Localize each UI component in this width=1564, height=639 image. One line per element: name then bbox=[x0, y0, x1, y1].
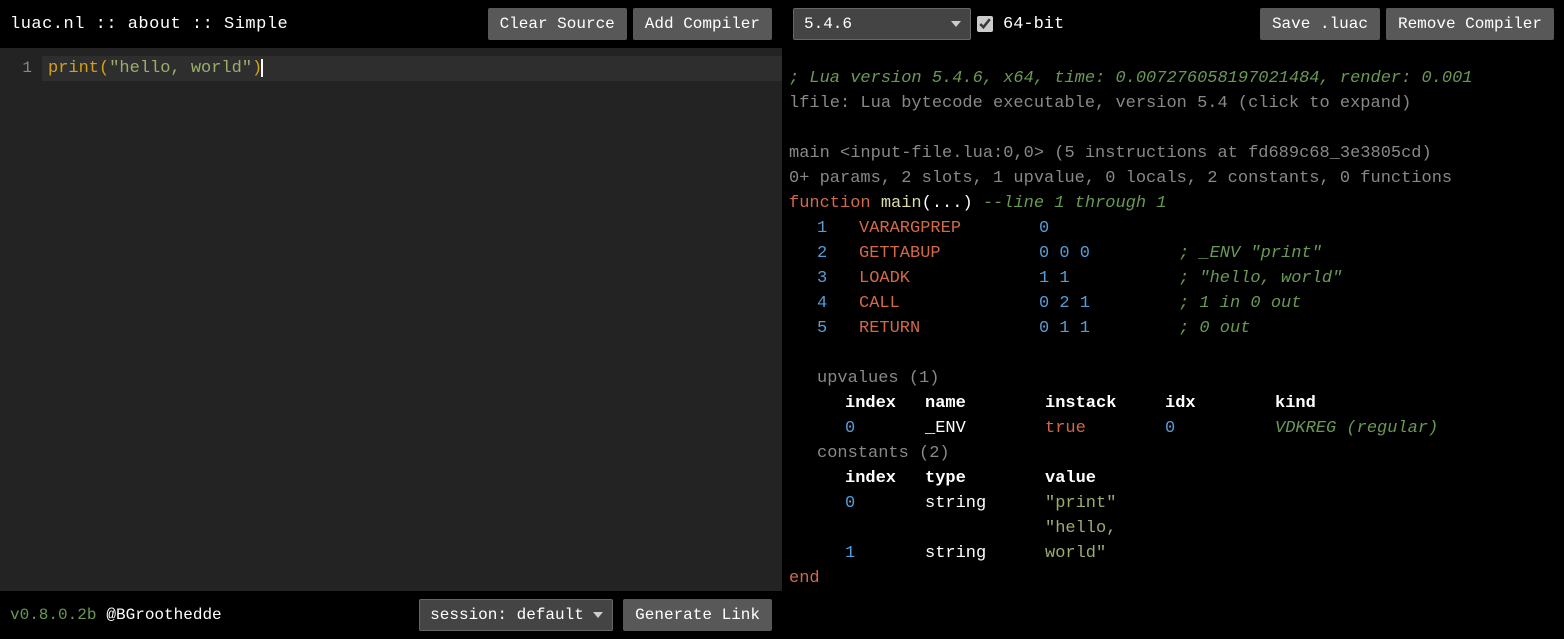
save-luac-button[interactable]: Save .luac bbox=[1260, 8, 1380, 40]
instruction-row: 1VARARGPREP0 bbox=[789, 216, 1554, 241]
instr-comment: ; _ENV "print" bbox=[1179, 244, 1322, 263]
col-idx: idx bbox=[1165, 391, 1275, 416]
cell-value: "hello, world" bbox=[1045, 516, 1165, 566]
instr-lineno: 4 bbox=[789, 291, 859, 316]
main-header: main <input-file.lua:0,0> (5 instruction… bbox=[789, 141, 1554, 166]
cell-kind: VDKREG (regular) bbox=[1275, 416, 1475, 441]
64bit-checkbox[interactable] bbox=[977, 16, 993, 32]
instr-args: 0 bbox=[1039, 216, 1179, 241]
remove-compiler-button[interactable]: Remove Compiler bbox=[1386, 8, 1554, 40]
instr-args: 0 1 1 bbox=[1039, 316, 1179, 341]
function-signature: function main(...) --line 1 through 1 bbox=[789, 191, 1554, 216]
bytecode-output[interactable]: ; Lua version 5.4.6, x64, time: 0.007276… bbox=[783, 48, 1564, 639]
cell-type: string bbox=[925, 541, 1045, 566]
code-area[interactable]: print("hello, world") bbox=[42, 48, 782, 591]
cell-index: 1 bbox=[845, 541, 925, 566]
instr-comment: ; 0 out bbox=[1179, 319, 1250, 338]
token-paren: ( bbox=[99, 59, 109, 78]
compiler-pane: 5.4.6 64-bit Save .luac Remove Compiler … bbox=[783, 0, 1564, 639]
author-handle[interactable]: @BGroothedde bbox=[106, 606, 221, 624]
left-bottombar: v0.8.0.2b @BGroothedde session: default … bbox=[0, 591, 782, 639]
function-name: main bbox=[881, 194, 922, 213]
cell-index: 0 bbox=[845, 416, 925, 441]
info-comment: ; Lua version 5.4.6, x64, time: 0.007276… bbox=[789, 66, 1554, 91]
col-index: index bbox=[845, 391, 925, 416]
params-line: 0+ params, 2 slots, 1 upvalue, 0 locals,… bbox=[789, 166, 1554, 191]
table-row: 0_ENVtrue0VDKREG (regular) bbox=[845, 416, 1554, 441]
keyword-function: function bbox=[789, 194, 871, 213]
col-value: value bbox=[1045, 466, 1165, 491]
instruction-row: 5RETURN0 1 1; 0 out bbox=[789, 316, 1554, 341]
constants-header: constants (2) bbox=[789, 441, 1554, 466]
instruction-list: 1VARARGPREP02GETTABUP0 0 0; _ENV "print"… bbox=[789, 216, 1554, 341]
cell-idx: 0 bbox=[1165, 416, 1275, 441]
instruction-row: 4CALL0 2 1; 1 in 0 out bbox=[789, 291, 1554, 316]
lua-version-select[interactable]: 5.4.6 bbox=[793, 8, 971, 40]
instr-lineno: 1 bbox=[789, 216, 859, 241]
upvalues-header: upvalues (1) bbox=[789, 366, 1554, 391]
constants-table: indextypevalue 0string"print"1string"hel… bbox=[789, 466, 1554, 566]
col-type: type bbox=[925, 466, 1045, 491]
instr-opcode: CALL bbox=[859, 291, 1039, 316]
clear-source-button[interactable]: Clear Source bbox=[488, 8, 627, 40]
line-number: 1 bbox=[0, 56, 32, 81]
instr-opcode: VARARGPREP bbox=[859, 216, 1039, 241]
text-cursor bbox=[261, 59, 263, 77]
lfile-line[interactable]: lfile: Lua bytecode executable, version … bbox=[789, 91, 1554, 116]
add-compiler-button[interactable]: Add Compiler bbox=[633, 8, 772, 40]
cell-instack: true bbox=[1045, 416, 1165, 441]
table-row: 0string"print" bbox=[845, 491, 1554, 516]
cell-type: string bbox=[925, 491, 1045, 516]
table-row: 1string"hello, world" bbox=[845, 516, 1554, 566]
source-pane: luac.nl :: about :: Simple Clear Source … bbox=[0, 0, 783, 639]
session-select[interactable]: session: default bbox=[419, 599, 613, 631]
col-kind: kind bbox=[1275, 391, 1475, 416]
instr-args: 1 1 bbox=[1039, 266, 1179, 291]
instr-lineno: 5 bbox=[789, 316, 859, 341]
instr-comment: ; 1 in 0 out bbox=[1179, 294, 1301, 313]
table-header: indextypevalue bbox=[845, 466, 1554, 491]
left-topbar: luac.nl :: about :: Simple Clear Source … bbox=[0, 0, 782, 48]
instr-opcode: RETURN bbox=[859, 316, 1039, 341]
right-topbar: 5.4.6 64-bit Save .luac Remove Compiler bbox=[783, 0, 1564, 48]
keyword-end: end bbox=[789, 566, 1554, 591]
col-index: index bbox=[845, 466, 925, 491]
instr-args: 0 0 0 bbox=[1039, 241, 1179, 266]
instr-opcode: GETTABUP bbox=[859, 241, 1039, 266]
instr-lineno: 2 bbox=[789, 241, 859, 266]
breadcrumb[interactable]: luac.nl :: about :: Simple bbox=[10, 15, 288, 34]
upvalues-table: indexnameinstackidxkind 0_ENVtrue0VDKREG… bbox=[789, 391, 1554, 441]
64bit-label: 64-bit bbox=[1003, 15, 1064, 34]
cell-name: _ENV bbox=[925, 416, 1045, 441]
version-label: v0.8.0.2b bbox=[10, 606, 96, 624]
instr-args: 0 2 1 bbox=[1039, 291, 1179, 316]
code-editor[interactable]: 1 print("hello, world") bbox=[0, 48, 782, 591]
col-instack: instack bbox=[1045, 391, 1165, 416]
cell-value: "print" bbox=[1045, 491, 1165, 516]
col-name: name bbox=[925, 391, 1045, 416]
token-identifier: print bbox=[48, 59, 99, 78]
cell-index: 0 bbox=[845, 491, 925, 516]
instr-lineno: 3 bbox=[789, 266, 859, 291]
editor-gutter: 1 bbox=[0, 48, 42, 591]
instruction-row: 2GETTABUP0 0 0; _ENV "print" bbox=[789, 241, 1554, 266]
token-string: "hello, world" bbox=[109, 59, 252, 78]
instr-opcode: LOADK bbox=[859, 266, 1039, 291]
function-args: (...) bbox=[922, 194, 973, 213]
instr-comment: ; "hello, world" bbox=[1179, 269, 1342, 288]
session-select-wrap: session: default bbox=[419, 599, 613, 631]
code-line[interactable]: print("hello, world") bbox=[42, 56, 782, 81]
generate-link-button[interactable]: Generate Link bbox=[623, 599, 772, 631]
function-comment: --line 1 through 1 bbox=[983, 194, 1167, 213]
table-header: indexnameinstackidxkind bbox=[845, 391, 1554, 416]
version-select-wrap: 5.4.6 bbox=[793, 8, 971, 40]
instruction-row: 3LOADK1 1; "hello, world" bbox=[789, 266, 1554, 291]
